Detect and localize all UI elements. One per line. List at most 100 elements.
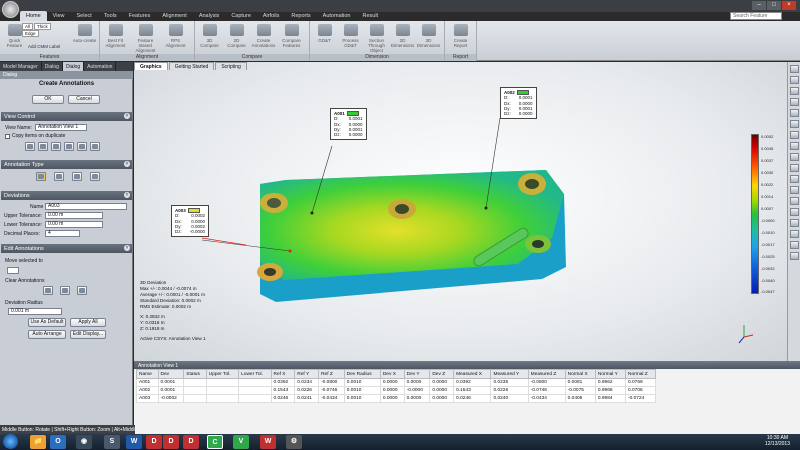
zoom-out-icon[interactable] — [789, 164, 799, 172]
callout-a001[interactable]: A001 D: 0.0001 Dx: 0.0000 Dy: 0.0001 Dz: 0.0… — [330, 108, 367, 141]
best-fit-alignment-button[interactable]: Best Fit Alignment — [103, 24, 128, 52]
dd-app-icon[interactable]: D — [163, 435, 179, 449]
column-header[interactable]: Dev Z — [429, 369, 455, 379]
view-left-icon[interactable] — [789, 87, 799, 95]
tools-app-icon[interactable]: ⚙ — [286, 435, 302, 449]
create-report-button[interactable]: Create Report — [448, 24, 473, 52]
geomagic-control-app-icon[interactable]: C — [207, 435, 223, 449]
chip-edge[interactable]: Edge — [22, 30, 39, 37]
feature-annotation-button[interactable] — [54, 172, 64, 181]
table-row[interactable]: A001 0.0001 0.0392 0.0234 -0.0800 0.0010 0.000… — [136, 378, 657, 387]
app-logo-icon[interactable] — [2, 1, 19, 18]
view-tool-button-3[interactable] — [51, 142, 61, 151]
column-header[interactable]: Dev X — [379, 369, 405, 379]
view-control-header[interactable]: View Control ˄ — [1, 112, 132, 121]
measure-icon[interactable] — [789, 230, 799, 238]
clear-selected-button[interactable] — [60, 286, 70, 295]
chip-all[interactable]: All — [22, 23, 34, 30]
ok-button[interactable]: OK — [32, 95, 64, 104]
view-iso-icon[interactable] — [789, 131, 799, 139]
auto-arrange-button[interactable]: Auto Arrange — [28, 330, 66, 339]
tab-view[interactable]: View — [47, 11, 71, 21]
settings-icon[interactable] — [789, 252, 799, 260]
tab-airfoils[interactable]: Airfoils — [257, 11, 286, 21]
table-row[interactable]: A002 0.0001 0.1543 0.0226 -0.0746 0.0010 0.000… — [136, 386, 657, 395]
start-button[interactable] — [3, 434, 18, 449]
annotation-point-a003[interactable] — [288, 249, 292, 253]
tab-result[interactable]: Result — [357, 11, 385, 21]
v-app-icon[interactable]: V — [233, 435, 249, 449]
tab-dialog-1[interactable]: Dialog — [42, 62, 63, 71]
column-header[interactable]: Lower Tol. — [238, 369, 272, 379]
callout-a002[interactable]: A002 D: 0.0001 Dx: 0.0000 Dy: 0.0001 Dz: 0.0… — [500, 87, 537, 120]
annotation-type-header[interactable]: Annotation Type ˄ — [1, 160, 132, 169]
tab-automation[interactable]: Automation — [317, 11, 357, 21]
column-header[interactable]: Measured X — [453, 369, 492, 379]
maximize-icon[interactable]: □ — [767, 1, 781, 10]
clear-all-button[interactable] — [43, 286, 53, 295]
collapse-icon[interactable]: ˄ — [124, 245, 130, 251]
tab-features[interactable]: Features — [123, 11, 157, 21]
compare-features-button[interactable]: Compare Features — [279, 24, 304, 52]
column-header[interactable]: Measured Y — [490, 369, 529, 379]
column-header[interactable]: Ref X — [270, 369, 296, 379]
view-tool-button-4[interactable] — [64, 142, 74, 151]
word-app-icon[interactable]: W — [126, 435, 142, 449]
tab-analysis[interactable]: Analysis — [193, 11, 225, 21]
d-app-icon[interactable]: D — [146, 435, 162, 449]
tab-home[interactable]: Home — [20, 11, 47, 21]
view-right-icon[interactable] — [789, 98, 799, 106]
color-annotation-button[interactable] — [90, 172, 100, 181]
view-name-select[interactable]: Annotation View 1 — [35, 124, 87, 131]
callout-a003[interactable]: A003 D: 0.0002 Dx: 0.0000 Dy: 0.0002 Dz: -0.… — [171, 205, 210, 238]
column-header[interactable]: Measured Z — [527, 369, 566, 379]
add-cmm-label-button[interactable]: Add CMM Label — [28, 44, 60, 49]
lower-tolerance-field[interactable]: 0.00 m — [45, 221, 103, 228]
column-header[interactable]: Name — [136, 369, 159, 379]
pan-icon[interactable] — [789, 186, 799, 194]
outlook-app-icon[interactable]: O — [50, 435, 66, 449]
system-clock[interactable]: 10:30 AM 12/13/2013 — [765, 435, 790, 447]
tab-reports[interactable]: Reports — [285, 11, 316, 21]
close-icon[interactable]: × — [782, 1, 796, 10]
edit-display-button[interactable]: Edit Display... — [70, 330, 106, 339]
tab-select[interactable]: Select — [71, 11, 98, 21]
collapse-icon[interactable]: ˄ — [124, 192, 130, 198]
column-header[interactable]: Normal Z — [624, 369, 657, 379]
section-through-object-button[interactable]: Section Through Object — [364, 24, 389, 53]
use-as-default-button[interactable]: Use As Default — [28, 318, 66, 327]
apply-all-button[interactable]: Apply All — [70, 318, 106, 327]
table-row[interactable]: A003 -0.0002 0.0246 0.0241 -0.0434 0.0010 0.00… — [136, 394, 657, 403]
3d-compare-button[interactable]: 3D Compare — [197, 24, 222, 52]
view-tool-button-6[interactable] — [90, 142, 100, 151]
zoom-fit-icon[interactable] — [789, 142, 799, 150]
decimal-places-stepper[interactable]: 4 — [45, 230, 80, 237]
view-tool-button-2[interactable] — [38, 142, 48, 151]
deviation-color-scale[interactable] — [751, 134, 759, 294]
solidworks-app-icon[interactable]: S — [104, 435, 120, 449]
graphics-viewport[interactable]: Graphics Getting Started Scripting A001 … — [134, 62, 787, 361]
zoom-in-icon[interactable] — [789, 153, 799, 161]
tab-alignment[interactable]: Alignment — [156, 11, 192, 21]
wireframe-icon[interactable] — [789, 208, 799, 216]
tab-automation-panel[interactable]: Automation — [84, 62, 117, 71]
deviations-header[interactable]: Deviations ˄ — [1, 191, 132, 200]
edit-annotations-header[interactable]: Edit Annotations ˄ — [1, 244, 132, 253]
view-back-icon[interactable] — [789, 76, 799, 84]
feature-search-input[interactable]: Search Feature — [730, 12, 782, 20]
clear-view-button[interactable] — [77, 286, 87, 295]
column-header[interactable]: Upper Tol. — [205, 369, 240, 379]
column-header[interactable]: Status — [183, 369, 207, 379]
column-header[interactable]: Ref Y — [294, 369, 320, 379]
chrome-app-icon[interactable]: ◉ — [76, 435, 92, 449]
rotate-icon[interactable] — [789, 175, 799, 183]
chip-thick[interactable]: Thick — [34, 23, 51, 30]
view-bottom-icon[interactable] — [789, 120, 799, 128]
view-tool-button-1[interactable] — [25, 142, 35, 151]
deviation-radius-field[interactable]: 0.001 m — [8, 308, 62, 315]
column-header[interactable]: Ref Z — [318, 369, 345, 379]
collapse-icon[interactable]: ˄ — [124, 113, 130, 119]
gdt-button[interactable]: GD&T — [312, 24, 337, 52]
view-top-icon[interactable] — [789, 109, 799, 117]
2d-dimensions-button[interactable]: 2D Dimensions — [390, 24, 415, 52]
